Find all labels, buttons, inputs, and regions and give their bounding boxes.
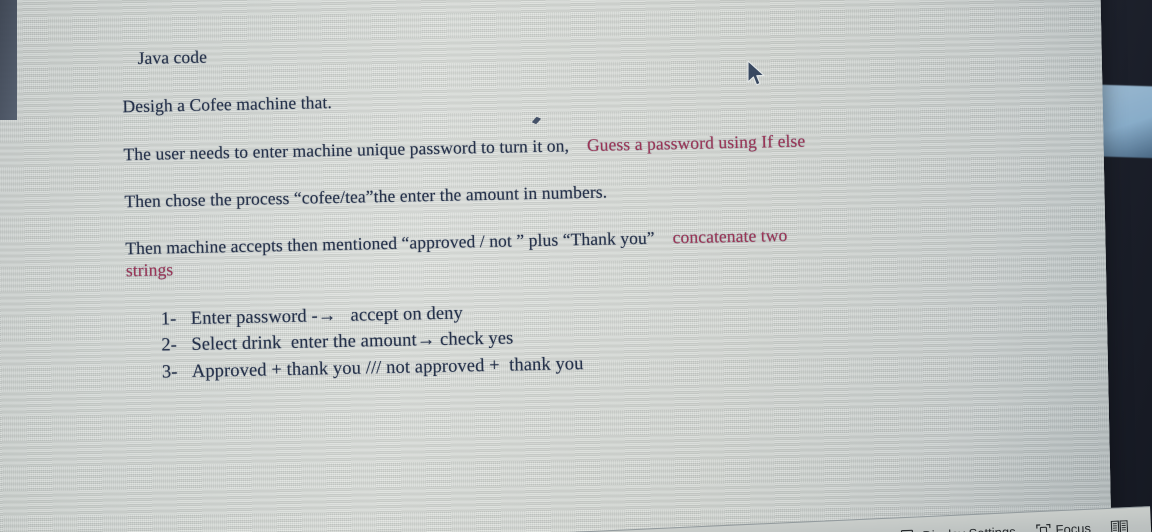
focus-label: Focus xyxy=(1055,520,1092,532)
doc-paragraph-2-accent: Guess a password using If else xyxy=(586,130,806,155)
monitor-bezel-edge xyxy=(0,0,17,120)
list-item-number: 2- xyxy=(161,335,178,356)
doc-paragraph-2: The user needs to enter machine unique p… xyxy=(123,126,1023,165)
screenshot-photo: Ja Java code Desigh a Cofee machine that… xyxy=(0,0,1152,532)
list-item-number: 3- xyxy=(161,361,178,383)
list-item-number: 1- xyxy=(160,309,177,330)
primary-monitor-screen: Java code Desigh a Cofee machine that. T… xyxy=(0,0,1152,532)
doc-paragraph-3: Then chose the process “cofee/tea”the en… xyxy=(124,181,608,212)
status-read-mode-button[interactable] xyxy=(1110,519,1134,532)
mouse-cursor xyxy=(746,60,768,95)
display-settings-label: Display Settings xyxy=(922,524,1016,532)
status-focus-button[interactable]: Focus xyxy=(1035,521,1091,532)
doc-paragraph-4-accent: concatenate two xyxy=(672,225,788,248)
doc-paragraph-2-text: The user needs to enter machine unique p… xyxy=(123,135,570,164)
doc-paragraph-1: Desigh a Cofee machine that. xyxy=(122,92,333,117)
status-display-settings-button[interactable]: Display Settings xyxy=(901,524,1016,532)
focus-mode-icon xyxy=(1035,523,1051,532)
doc-paragraph-4: Then machine accepts then mentioned “app… xyxy=(125,221,1026,282)
document-body[interactable]: Java code Desigh a Cofee machine that. T… xyxy=(121,30,1028,386)
doc-paragraph-4-accent-2: strings xyxy=(125,259,174,280)
doc-paragraph-4-text: Then machine accepts then mentioned “app… xyxy=(125,227,655,259)
read-mode-icon xyxy=(1110,519,1129,532)
